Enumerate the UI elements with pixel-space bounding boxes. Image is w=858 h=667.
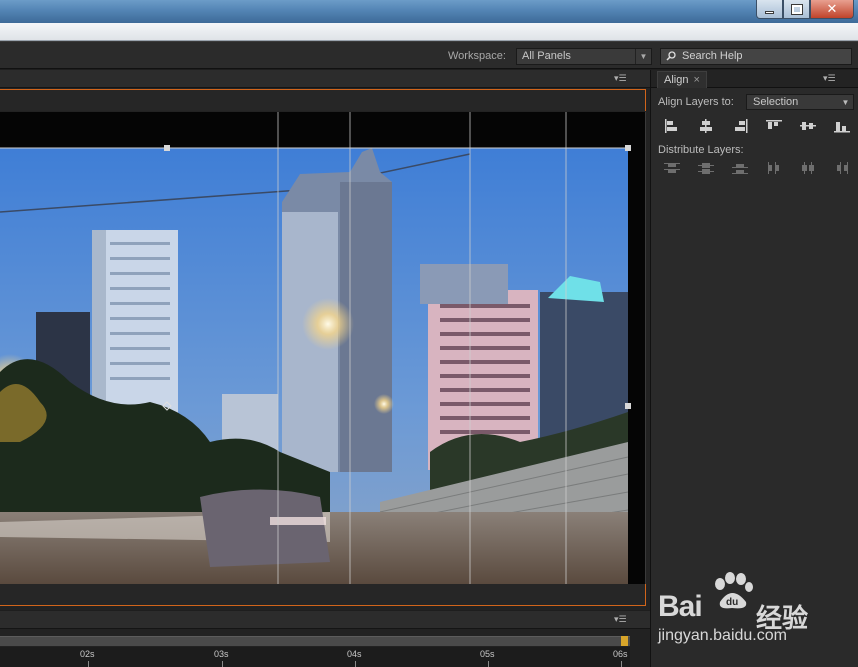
time-ruler[interactable]: 02s 03s 04s 05s 06s [0,647,630,667]
distribute-left-icon[interactable] [763,159,785,177]
align-panel-header: Align × ▾☰ [651,70,858,88]
panel-menu-icon[interactable]: ▾☰ [614,73,632,85]
menu-bar [0,23,858,41]
tick-label: 06s [613,649,628,659]
tick-mark [355,661,356,667]
distribute-horizontal-center-icon[interactable] [797,159,819,177]
align-layers-select[interactable]: Selection ▼ [746,94,854,110]
timeline-panel: ▾☰ 02s 03s 04s 05s 06s [0,611,650,667]
align-top-icon[interactable] [763,117,785,135]
search-icon [666,51,676,61]
chevron-down-icon: ▼ [841,97,850,107]
close-button[interactable]: ✕ [810,0,854,19]
distribute-vertical-center-icon[interactable] [695,159,717,177]
search-help-input[interactable]: Search Help [660,48,852,65]
work-area-end-handle[interactable] [621,636,628,646]
close-icon: ✕ [826,1,838,17]
timeline-header: ▾☰ [0,611,650,629]
tick-mark [88,661,89,667]
composition-viewer[interactable] [0,112,646,584]
distribute-top-icon[interactable] [661,159,683,177]
timeline-menu-icon[interactable]: ▾☰ [614,614,632,626]
tab-align-label: Align [664,74,689,86]
baidu-jingyan-watermark: du Bai 经验 jingyan.baidu.com [656,572,856,667]
composition-panel: ▾☰ [0,70,650,610]
restore-icon [790,3,803,15]
align-left-icon[interactable] [661,117,683,135]
watermark-url: jingyan.baidu.com [658,627,787,644]
minimize-icon [765,10,774,14]
tick-label: 05s [480,649,495,659]
city-skyline-image [0,112,645,584]
tick-mark [222,661,223,667]
app-toolbar: Workspace: All Panels ▼ Search Help [0,41,858,69]
align-vertical-center-icon[interactable] [797,117,819,135]
align-layers-label: Align Layers to: [658,96,734,108]
work-area-bar[interactable] [0,636,630,646]
align-right-icon[interactable] [729,117,751,135]
composition-footer [0,584,646,606]
chevron-down-icon: ▼ [635,49,651,64]
minimize-button[interactable] [756,0,783,19]
align-horizontal-center-icon[interactable] [695,117,717,135]
distribute-layers-label: Distribute Layers: [658,144,744,156]
tick-mark [488,661,489,667]
close-icon[interactable]: × [693,74,699,86]
tick-label: 03s [214,649,229,659]
align-buttons [661,117,853,135]
window-titlebar: ✕ [0,0,858,23]
workspace-value: All Panels [522,50,571,62]
watermark-brand: Bai [658,590,703,623]
composition-panel-header: ▾☰ [0,70,650,88]
distribute-right-icon[interactable] [831,159,853,177]
search-placeholder: Search Help [682,50,743,62]
align-bottom-icon[interactable] [831,117,853,135]
align-layers-value: Selection [753,96,799,108]
workspace-label: Workspace: [448,50,506,62]
tick-label: 02s [80,649,95,659]
distribute-bottom-icon[interactable] [729,159,751,177]
tab-align[interactable]: Align × [657,71,707,88]
tick-mark [621,661,622,667]
paw-logo-icon: du [715,572,753,609]
svg-text:du: du [726,597,738,608]
restore-button[interactable] [783,0,810,19]
panel-menu-icon[interactable]: ▾☰ [823,73,841,85]
tick-label: 04s [347,649,362,659]
distribute-buttons [661,159,853,177]
window-controls: ✕ [756,0,854,19]
composition-tab-bar [0,89,646,111]
workspace-select[interactable]: All Panels ▼ [516,48,652,65]
